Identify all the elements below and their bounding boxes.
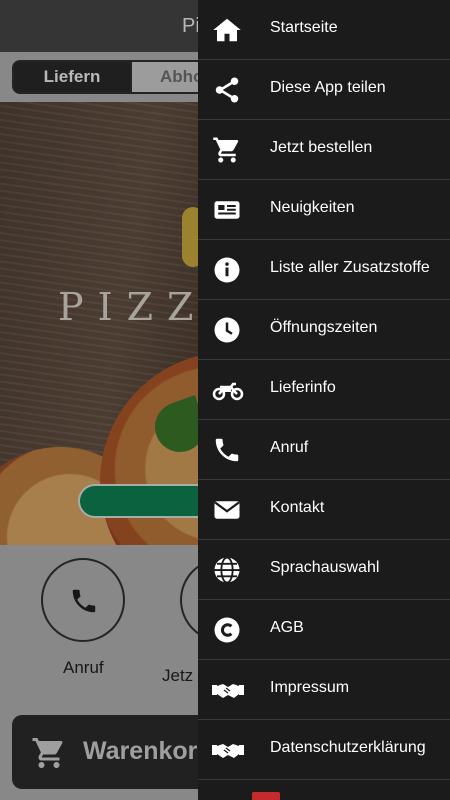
envelope-icon bbox=[212, 495, 244, 525]
menu-item-label: Öffnungszeiten bbox=[270, 319, 378, 336]
menu-item-opening-hours[interactable]: Öffnungszeiten bbox=[198, 300, 450, 360]
menu-item-call[interactable]: Anruf bbox=[198, 420, 450, 480]
next-item-icon-partial bbox=[252, 792, 280, 800]
menu-item-label: Kontakt bbox=[270, 499, 325, 516]
menu-item-order-now[interactable]: Jetzt bestellen bbox=[198, 120, 450, 180]
menu-item-news[interactable]: Neuigkeiten bbox=[198, 180, 450, 240]
menu-item-delivery-info[interactable]: Lieferinfo bbox=[198, 360, 450, 420]
menu-item-startseite[interactable]: Startseite bbox=[198, 0, 450, 60]
copyright-icon bbox=[212, 615, 244, 645]
menu-item-label: Diese App teilen bbox=[270, 79, 386, 96]
menu-item-label: Datenschutzerklärung bbox=[270, 739, 426, 756]
menu-item-label: Jetzt bestellen bbox=[270, 139, 373, 156]
menu-item-additives[interactable]: Liste aller Zusatzstoffe bbox=[198, 240, 450, 300]
menu-item-label: Neuigkeiten bbox=[270, 199, 355, 216]
handshake-icon bbox=[212, 675, 244, 705]
handshake-icon bbox=[212, 735, 244, 765]
cart-icon bbox=[212, 135, 244, 165]
motorcycle-icon bbox=[212, 375, 244, 405]
globe-icon bbox=[212, 555, 244, 585]
menu-item-share-app[interactable]: Diese App teilen bbox=[198, 60, 450, 120]
menu-item-contact[interactable]: Kontakt bbox=[198, 480, 450, 540]
share-icon bbox=[212, 75, 244, 105]
menu-item-privacy[interactable]: Datenschutzerklärung bbox=[198, 720, 450, 780]
menu-item-label: Lieferinfo bbox=[270, 379, 336, 396]
menu-item-label: Sprachauswahl bbox=[270, 559, 380, 576]
phone-icon bbox=[212, 435, 244, 465]
menu-item-label: AGB bbox=[270, 619, 304, 636]
menu-item-language[interactable]: Sprachauswahl bbox=[198, 540, 450, 600]
menu-item-label: Liste aller Zusatzstoffe bbox=[270, 259, 430, 276]
menu-item-terms[interactable]: AGB bbox=[198, 600, 450, 660]
menu-item-imprint[interactable]: Impressum bbox=[198, 660, 450, 720]
newspaper-icon bbox=[212, 195, 244, 225]
menu-item-label: Startseite bbox=[270, 19, 338, 36]
info-icon bbox=[212, 255, 244, 285]
clock-icon bbox=[212, 315, 244, 345]
menu-item-label: Anruf bbox=[270, 439, 309, 456]
menu-item-label: Impressum bbox=[270, 679, 350, 696]
home-icon bbox=[212, 15, 244, 45]
navigation-drawer: Startseite Diese App teilen Jetzt bestel… bbox=[198, 0, 450, 800]
